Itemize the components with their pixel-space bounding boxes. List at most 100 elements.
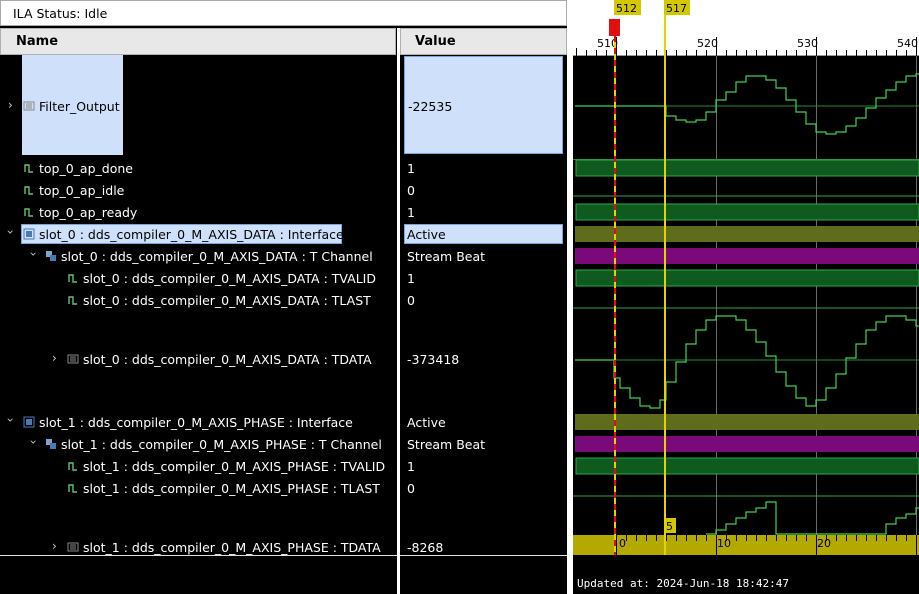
value-row: 0 — [400, 179, 567, 201]
sample-tick-label: 20 — [817, 537, 831, 550]
signal-row-slot0-tlast[interactable]: slot_0 : dds_compiler_0_M_AXIS_DATA : TL… — [0, 289, 397, 311]
signal-name: slot_1 : dds_compiler_0_M_AXIS_PHASE : T… — [61, 437, 382, 452]
waveform-canvas[interactable]: 510 520 530 540 512 517 0 10 20 5 — [573, 0, 919, 594]
interface-icon — [23, 228, 35, 240]
value-row: -8268 — [400, 499, 567, 555]
ila-status-value: Idle — [84, 6, 108, 21]
slot1-tdata-waveform — [706, 501, 919, 535]
value-row: 1 — [400, 267, 567, 289]
updated-label: Updated at: — [577, 577, 650, 590]
trigger-marker-flag[interactable] — [609, 19, 620, 36]
signal-value: 1 — [407, 205, 415, 220]
signal-row-slot1-interface[interactable]: › slot_1 : dds_compiler_0_M_AXIS_PHASE :… — [0, 411, 397, 433]
value-row: Stream Beat — [400, 433, 567, 455]
signal-name: slot_1 : dds_compiler_0_M_AXIS_PHASE : I… — [39, 415, 353, 430]
slot1-interface-bar — [575, 414, 919, 430]
signal-value-column: -22535 1 0 1 Active Stream Beat 1 0 -373… — [400, 55, 567, 555]
slot1-tchannel-bar — [575, 436, 919, 452]
expand-chevron-icon[interactable]: › — [8, 98, 13, 112]
ruler-tick-label: 520 — [697, 37, 718, 50]
slot0-tdata-waveform — [575, 315, 919, 409]
signal-row-ap-idle[interactable]: top_0_ap_idle — [0, 179, 397, 201]
signal-value: 0 — [407, 481, 415, 496]
signal-name: slot_1 : dds_compiler_0_M_AXIS_PHASE : T… — [83, 481, 380, 496]
bus-icon — [67, 354, 79, 364]
signal-row-slot0-tvalid[interactable]: slot_0 : dds_compiler_0_M_AXIS_DATA : TV… — [0, 267, 397, 289]
signal-name: slot_1 : dds_compiler_0_M_AXIS_PHASE : T… — [83, 540, 381, 555]
channel-icon — [46, 439, 56, 449]
signal-row-slot1-tvalid[interactable]: slot_1 : dds_compiler_0_M_AXIS_PHASE : T… — [0, 455, 397, 477]
signal-name: slot_0 : dds_compiler_0_M_AXIS_DATA : T … — [61, 249, 373, 264]
signal-row-slot0-tdata[interactable]: › slot_0 : dds_compiler_0_M_AXIS_DATA : … — [0, 311, 397, 411]
signal-value: Active — [407, 227, 446, 242]
bus-icon — [67, 542, 79, 552]
slot0-interface-bar — [575, 226, 919, 242]
signal-row-slot0-interface[interactable]: › slot_0 : dds_compiler_0_M_AXIS_DATA : … — [0, 223, 397, 245]
value-row: -22535 — [400, 55, 567, 155]
signal-value: 1 — [407, 161, 415, 176]
signal-name: top_0_ap_done — [39, 161, 133, 176]
expand-chevron-icon[interactable]: › — [52, 539, 57, 553]
filter-output-waveform — [575, 73, 919, 135]
value-row: 1 — [400, 201, 567, 223]
value-column-header[interactable]: Value — [400, 28, 567, 55]
signal-name-column: › Filter_Output top_0_ap_done top_0_ap_i… — [0, 55, 397, 555]
signal-name: top_0_ap_idle — [39, 183, 125, 198]
sample-tick-label: 0 — [619, 537, 626, 550]
bit-icon — [24, 208, 33, 217]
signal-value: Stream Beat — [407, 437, 486, 452]
bit-icon — [68, 296, 77, 305]
column-divider[interactable] — [397, 28, 400, 594]
signal-name: top_0_ap_ready — [39, 205, 138, 220]
signal-value: 1 — [407, 459, 415, 474]
waveform-pane[interactable]: 510 520 530 540 512 517 0 10 20 5 — [573, 0, 919, 594]
signal-value: Active — [407, 415, 446, 430]
value-row: Active — [400, 411, 567, 433]
slot1-tvalid-bar — [575, 457, 919, 475]
signal-row-filter-output[interactable]: › Filter_Output — [0, 55, 397, 155]
sample-tick-label: 10 — [717, 537, 731, 550]
bit-icon — [24, 164, 33, 173]
updated-timestamp: Updated at: 2024-Jun-18 18:42:47 — [577, 577, 789, 590]
ap-ready-high-bar — [575, 203, 919, 221]
bit-icon — [68, 484, 77, 493]
collapse-chevron-icon[interactable]: › — [3, 230, 17, 235]
value-row: 1 — [400, 455, 567, 477]
bus-icon — [23, 101, 35, 111]
window-marker-label: 5 — [666, 520, 673, 533]
horizontal-scroll-divider — [0, 555, 567, 556]
ruler-tick-label: 540 — [897, 37, 918, 50]
signal-row-slot1-tlast[interactable]: slot_1 : dds_compiler_0_M_AXIS_PHASE : T… — [0, 477, 397, 499]
name-column-header[interactable]: Name — [0, 28, 396, 55]
channel-icon — [46, 251, 56, 261]
signal-name: slot_0 : dds_compiler_0_M_AXIS_DATA : TL… — [83, 293, 371, 308]
collapse-chevron-icon[interactable]: › — [26, 440, 40, 445]
ap-done-high-bar — [575, 159, 919, 177]
updated-time: 2024-Jun-18 18:42:47 — [656, 577, 789, 590]
value-row: 1 — [400, 157, 567, 179]
signal-row-slot0-tchannel[interactable]: › slot_0 : dds_compiler_0_M_AXIS_DATA : … — [0, 245, 397, 267]
signal-value: 0 — [407, 183, 415, 198]
signal-value: Stream Beat — [407, 249, 486, 264]
ruler-tick-label: 530 — [797, 37, 818, 50]
signal-row-ap-done[interactable]: top_0_ap_done — [0, 157, 397, 179]
ila-status-bar: ILA Status: Idle — [0, 0, 567, 26]
value-row: 0 — [400, 289, 567, 311]
value-row: 0 — [400, 477, 567, 499]
expand-chevron-icon[interactable]: › — [52, 351, 57, 365]
interface-icon — [23, 416, 35, 428]
signal-name: slot_1 : dds_compiler_0_M_AXIS_PHASE : T… — [83, 459, 386, 474]
marker-label: 512 — [616, 2, 637, 15]
signal-row-slot1-tchannel[interactable]: › slot_1 : dds_compiler_0_M_AXIS_PHASE :… — [0, 433, 397, 455]
slot0-tchannel-bar — [575, 248, 919, 264]
signal-row-ap-ready[interactable]: top_0_ap_ready — [0, 201, 397, 223]
signal-value: 1 — [407, 271, 415, 286]
signal-name: slot_0 : dds_compiler_0_M_AXIS_DATA : TV… — [83, 271, 376, 286]
signal-value: 0 — [407, 293, 415, 308]
bit-icon — [24, 186, 33, 195]
value-row: Stream Beat — [400, 245, 567, 267]
collapse-chevron-icon[interactable]: › — [3, 418, 17, 423]
bit-icon — [68, 462, 77, 471]
collapse-chevron-icon[interactable]: › — [26, 252, 40, 257]
signal-row-slot1-tdata[interactable]: › slot_1 : dds_compiler_0_M_AXIS_PHASE :… — [0, 499, 397, 555]
